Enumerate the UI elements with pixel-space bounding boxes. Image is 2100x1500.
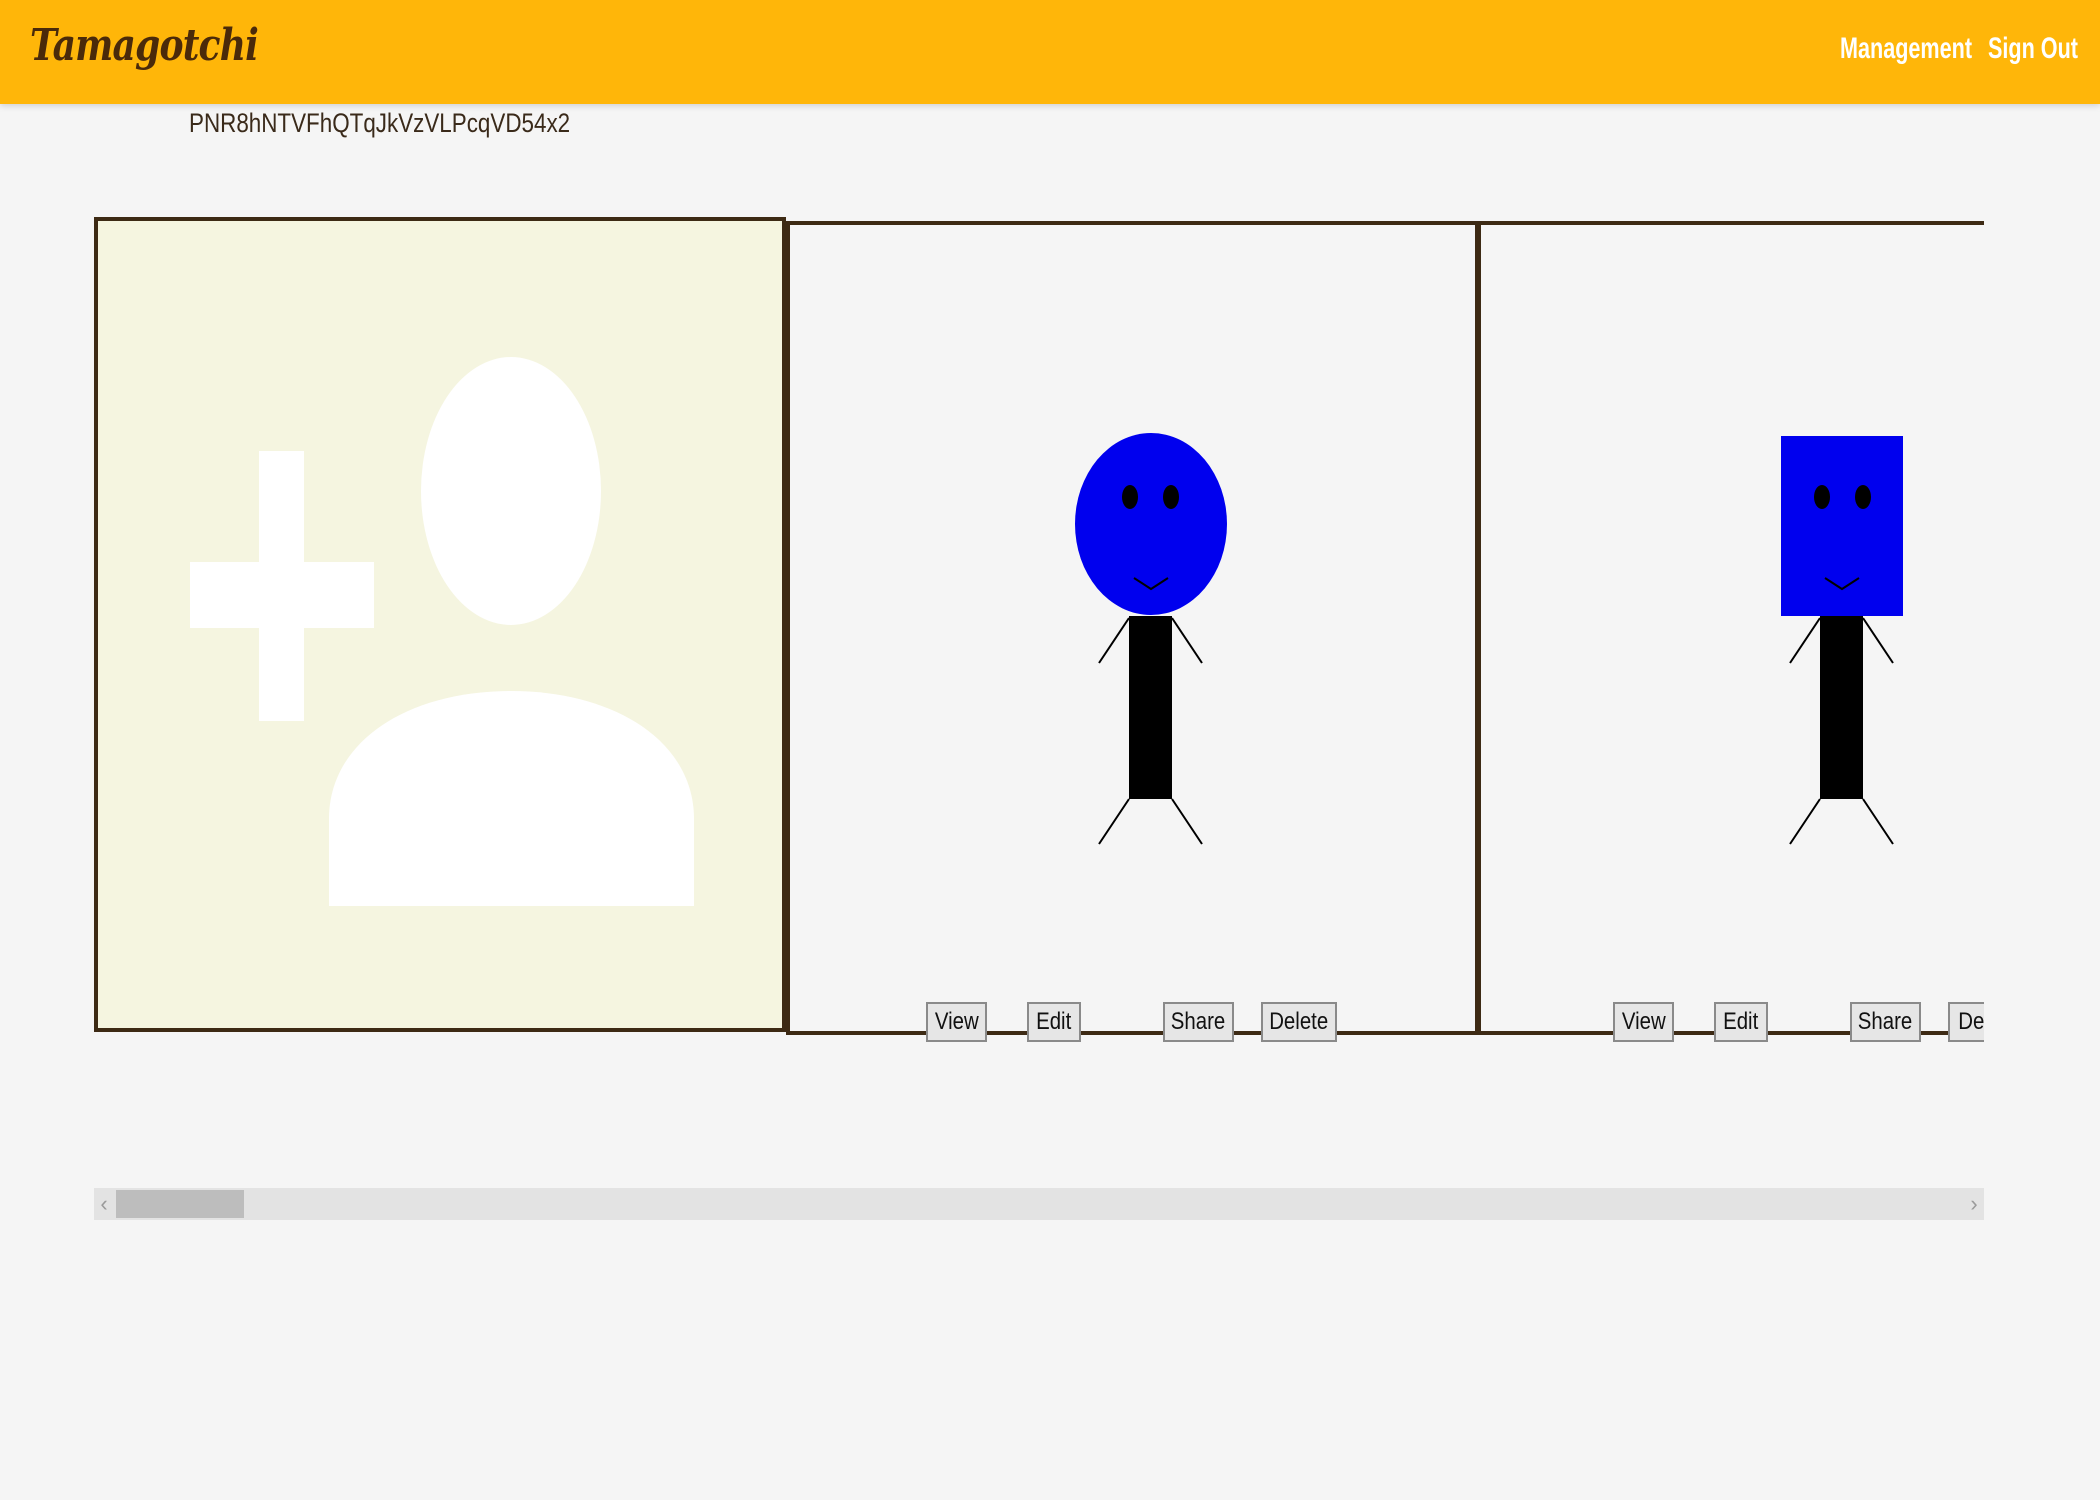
view-button-label: View bbox=[934, 1008, 979, 1035]
nav-sign-out-link[interactable]: Sign Out bbox=[1988, 32, 2078, 66]
scroll-left-arrow-icon[interactable]: ‹ bbox=[94, 1188, 114, 1220]
pet-carousel: View Edit Share Delete View Edit Share D… bbox=[94, 214, 1984, 1044]
brand-logo[interactable]: Tamagotchi bbox=[30, 20, 259, 71]
pet-figure-square-head bbox=[1781, 436, 1903, 845]
pet-figure-circle-head bbox=[1075, 433, 1227, 845]
add-user-icon bbox=[190, 357, 694, 906]
delete-button-label: De bbox=[1958, 1008, 1984, 1035]
edit-button-label: Edit bbox=[1036, 1008, 1072, 1035]
delete-button[interactable]: De bbox=[1948, 1002, 1984, 1042]
view-button[interactable]: View bbox=[1613, 1002, 1674, 1042]
pet-eye-right bbox=[1855, 485, 1871, 509]
pet-body bbox=[1129, 616, 1172, 799]
plus-horizontal-bar bbox=[190, 562, 374, 628]
pet-card: View Edit Share Delete bbox=[786, 221, 1479, 1042]
top-navbar: Tamagotchi Management Sign Out bbox=[0, 0, 2100, 104]
pet-body bbox=[1820, 616, 1863, 799]
delete-button[interactable]: Delete bbox=[1261, 1002, 1337, 1042]
view-button[interactable]: View bbox=[926, 1002, 987, 1042]
share-button[interactable]: Share bbox=[1850, 1002, 1921, 1042]
edit-button[interactable]: Edit bbox=[1027, 1002, 1081, 1042]
share-button-label: Share bbox=[1171, 1008, 1226, 1035]
share-button[interactable]: Share bbox=[1163, 1002, 1234, 1042]
nav-management-link[interactable]: Management bbox=[1840, 32, 1972, 66]
delete-button-label: Delete bbox=[1269, 1008, 1329, 1035]
pet-head bbox=[1075, 433, 1227, 615]
pet-card: View Edit Share De bbox=[1477, 221, 1984, 1042]
carousel-scrollbar[interactable]: ‹ › bbox=[94, 1188, 1984, 1220]
pet-eye-left bbox=[1814, 485, 1830, 509]
pet-eye-left bbox=[1122, 485, 1138, 509]
person-body bbox=[329, 691, 694, 906]
share-button-label: Share bbox=[1858, 1008, 1913, 1035]
pet-eye-right bbox=[1163, 485, 1179, 509]
scrollbar-thumb[interactable] bbox=[116, 1190, 244, 1218]
edit-button[interactable]: Edit bbox=[1714, 1002, 1768, 1042]
edit-button-label: Edit bbox=[1723, 1008, 1759, 1035]
view-button-label: View bbox=[1621, 1008, 1666, 1035]
user-id-text: PNR8hNTVFhQTqJkVzVLPcqVD54x2 bbox=[189, 108, 571, 138]
add-pet-card[interactable] bbox=[94, 217, 786, 1032]
scroll-right-arrow-icon[interactable]: › bbox=[1964, 1188, 1984, 1220]
person-head bbox=[421, 357, 601, 625]
